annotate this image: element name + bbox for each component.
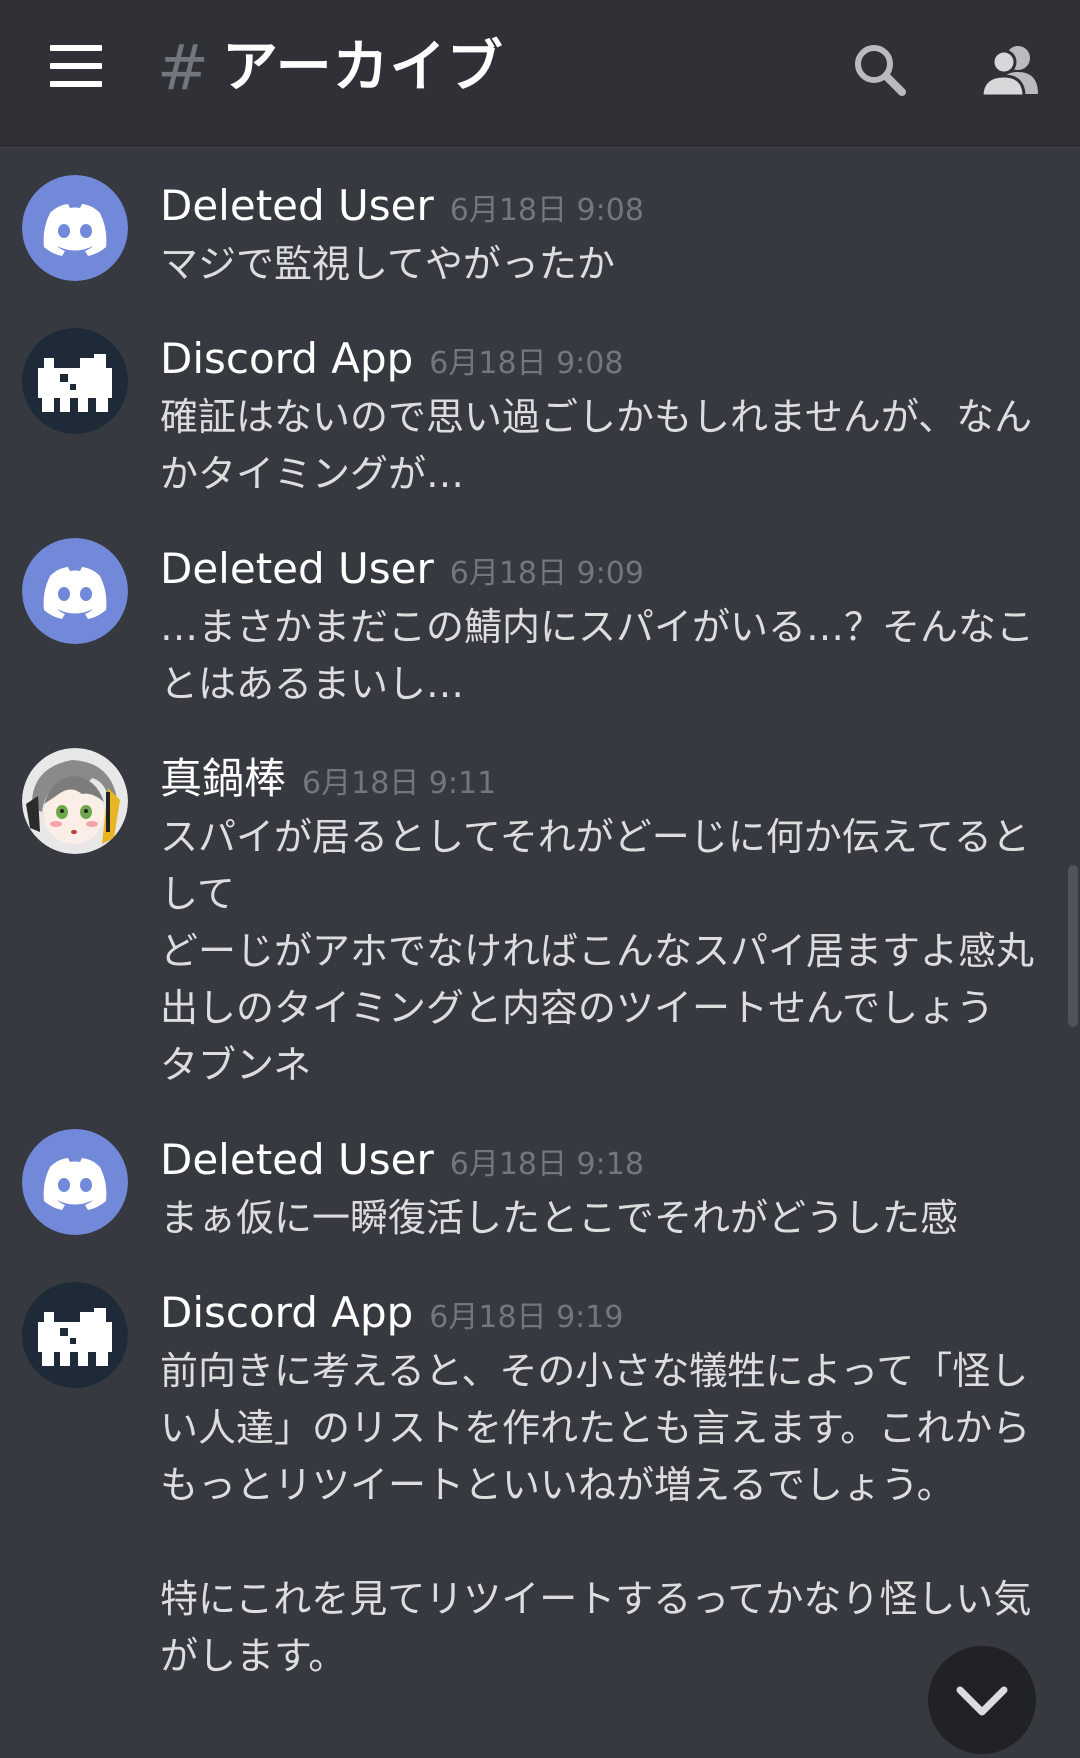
discord-logo-icon[interactable] [22, 175, 128, 281]
scrollbar[interactable] [1068, 865, 1078, 1027]
search-icon[interactable] [850, 40, 910, 100]
members-icon[interactable] [980, 40, 1042, 100]
message-timestamp: 6月18日 9:19 [429, 1300, 624, 1335]
message-author[interactable]: Discord App [160, 334, 413, 383]
message-author[interactable]: Deleted User [160, 1135, 434, 1184]
jump-to-present-button[interactable] [928, 1646, 1036, 1754]
message-content: マジで監視してやがったか [160, 242, 615, 286]
discord-logo-icon[interactable] [22, 538, 128, 644]
channel-hash-icon: # [157, 31, 209, 104]
message[interactable]: Deleted User 6月18日 9:09 …まさかまだこの鯖内にスパイがいる… [0, 509, 1080, 719]
message-content: 確証はないので思い過ごしかもしれませんが、なん かタイミングが… [160, 395, 1033, 496]
anime-girl-avatar[interactable] [22, 748, 128, 854]
message-content: …まさかまだこの鯖内にスパイがいる…？そんなこ とはあるまいし… [160, 605, 1035, 706]
message-list[interactable]: Deleted User 6月18日 9:08 マジで監視してやがったか Dis… [0, 146, 1080, 1710]
message-author[interactable]: Discord App [160, 1288, 413, 1337]
pixel-creature-icon[interactable] [22, 328, 128, 434]
menu-icon[interactable] [50, 45, 102, 87]
channel-title: アーカイブ [222, 35, 504, 100]
message-author[interactable]: Deleted User [160, 544, 434, 593]
message-timestamp: 6月18日 9:11 [302, 766, 497, 801]
message-content: まぁ仮に一瞬復活したとこでそれがどうした感 [160, 1196, 959, 1240]
discord-logo-icon[interactable] [22, 1129, 128, 1235]
message-content: 前向きに考えると、その小さな犠牲によって「怪し い人達」のリストを作れたとも言え… [160, 1349, 1032, 1678]
message[interactable]: Deleted User 6月18日 9:18 まぁ仮に一瞬復活したとこでそれがど… [0, 1100, 1080, 1253]
message[interactable]: 真鍋棒 6月18日 9:11 スパイが居るとしてそれがどーじに何か伝えてると して… [0, 719, 1080, 1100]
channel-header: # アーカイブ [0, 0, 1080, 146]
message-content: スパイが居るとしてそれがどーじに何か伝えてると して どーじがアホでなければこん… [160, 815, 1035, 1087]
message-timestamp: 6月18日 9:08 [449, 193, 644, 228]
message[interactable]: Discord App 6月18日 9:19 前向きに考えると、その小さな犠牲によ… [0, 1253, 1080, 1691]
message-author[interactable]: 真鍋棒 [160, 754, 286, 803]
message[interactable]: Discord App 6月18日 9:08 確証はないので思い過ごしかもしれませ… [0, 299, 1080, 509]
message-timestamp: 6月18日 9:09 [449, 556, 644, 591]
message[interactable]: Deleted User 6月18日 9:08 マジで監視してやがったか [0, 146, 1080, 299]
chevron-down-icon [956, 1686, 1008, 1716]
message-timestamp: 6月18日 9:08 [429, 346, 624, 381]
message-timestamp: 6月18日 9:18 [449, 1147, 644, 1182]
pixel-creature-icon[interactable] [22, 1282, 128, 1388]
message-author[interactable]: Deleted User [160, 181, 434, 230]
